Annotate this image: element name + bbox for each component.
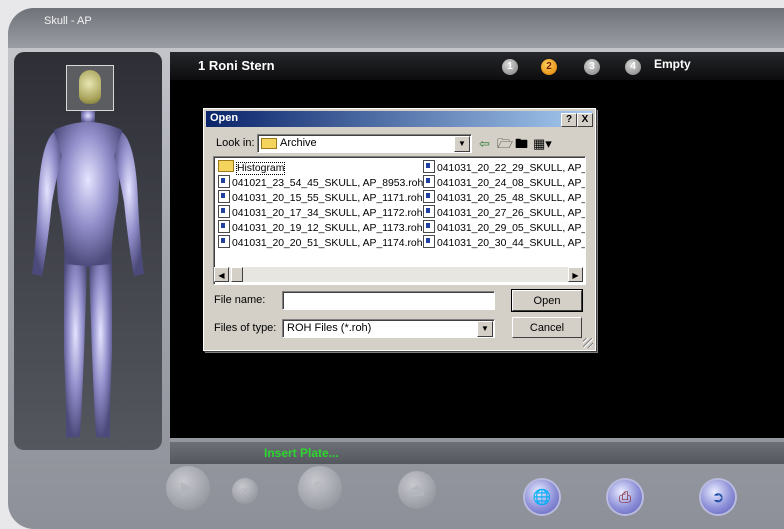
selected-region-thumbnail[interactable]: [66, 65, 114, 111]
erase-button[interactable]: ✎: [298, 466, 342, 510]
scroll-right-icon[interactable]: ▶: [568, 267, 583, 282]
look-in-label: Look in:: [216, 137, 255, 149]
status-bar: [170, 442, 784, 464]
views-menu-icon[interactable]: ▦▾: [533, 137, 552, 151]
files-of-type-label: Files of type:: [214, 322, 277, 334]
file-icon: [423, 205, 435, 218]
open-file-dialog: Open ? X Look in: Archive ▼ ⇦ 🗁 🖿 ▦▾ His…: [203, 108, 596, 351]
print-button[interactable]: ⎙: [608, 480, 642, 514]
list-item-file[interactable]: 041021_23_54_45_SKULL, AP_8953.roh: [218, 175, 423, 189]
scroll-thumb[interactable]: [231, 267, 243, 282]
files-of-type-value: ROH Files (*.roh): [287, 322, 372, 334]
new-folder-icon[interactable]: 🖿: [515, 137, 528, 151]
file-icon: [423, 190, 435, 203]
open-button[interactable]: Open: [511, 289, 583, 312]
list-item-file[interactable]: 041031_20_27_26_SKULL, AP_11: [423, 205, 585, 219]
plate-slot-4[interactable]: 4: [625, 59, 641, 75]
list-item-file[interactable]: 041031_20_30_44_SKULL, AP_11: [423, 235, 585, 249]
plate-slot-2[interactable]: 2: [541, 59, 557, 75]
help-button[interactable]: ?: [561, 113, 577, 127]
list-item-file[interactable]: 041031_20_17_34_SKULL, AP_1172.roh: [218, 205, 422, 219]
folder-icon: [261, 138, 277, 149]
list-item-file[interactable]: 041031_20_19_12_SKULL, AP_1173.roh: [218, 220, 422, 234]
up-folder-icon[interactable]: 🗁: [497, 137, 513, 151]
chevron-down-icon[interactable]: ▼: [454, 136, 470, 152]
look-in-value: Archive: [280, 137, 317, 149]
chevron-down-icon[interactable]: ▼: [477, 321, 493, 337]
app-title: Skull - AP: [44, 15, 92, 27]
file-icon: [218, 235, 230, 248]
resize-grip[interactable]: [583, 338, 593, 348]
file-name-input[interactable]: [282, 291, 495, 310]
dialog-title: Open: [210, 112, 239, 124]
send-button[interactable]: 🌐: [525, 480, 559, 514]
file-icon: [218, 205, 230, 218]
x-icon: ✕: [239, 484, 251, 498]
files-of-type-dropdown[interactable]: ROH Files (*.roh) ▼: [282, 319, 495, 338]
eject-icon: ⏏: [408, 479, 426, 500]
plate-slot-3[interactable]: 3: [584, 59, 600, 75]
cancel-acquisition-button[interactable]: ✕: [232, 478, 258, 504]
file-list[interactable]: Histogram 041021_23_54_45_SKULL, AP_8953…: [213, 156, 586, 285]
app-title-bar: [8, 8, 784, 48]
eject-button[interactable]: ⏏: [398, 471, 436, 509]
back-arrow-icon[interactable]: ⇦: [479, 137, 490, 151]
list-item-folder[interactable]: Histogram: [218, 160, 286, 175]
close-button[interactable]: X: [577, 113, 593, 127]
file-icon: [218, 190, 230, 203]
list-item-file[interactable]: 041031_20_29_05_SKULL, AP_11: [423, 220, 585, 234]
printer-icon: ⎙: [618, 488, 631, 506]
file-icon: [423, 160, 435, 173]
body-region-panel: [14, 52, 162, 450]
scroll-left-icon[interactable]: ◀: [214, 267, 229, 282]
list-item-file[interactable]: 041031_20_25_48_SKULL, AP_11: [423, 190, 585, 204]
list-item-file[interactable]: 041031_20_24_08_SKULL, AP_11: [423, 175, 585, 189]
cancel-button[interactable]: Cancel: [512, 317, 582, 338]
list-item-file[interactable]: 041031_20_15_55_SKULL, AP_1171.roh: [218, 190, 422, 204]
list-item-file[interactable]: 041031_20_20_51_SKULL, AP_1174.roh: [218, 235, 422, 249]
file-icon: [218, 220, 230, 233]
eraser-icon: ✎: [312, 477, 328, 498]
file-icon: [423, 235, 435, 248]
look-in-dropdown[interactable]: Archive ▼: [257, 134, 472, 153]
globe-export-icon: 🌐: [532, 489, 552, 506]
plate-slot-1[interactable]: 1: [502, 59, 518, 75]
file-icon: [423, 175, 435, 188]
horizontal-scrollbar[interactable]: ◀ ▶: [214, 267, 583, 282]
file-name-label: File name:: [214, 294, 266, 306]
play-icon: ▶: [181, 477, 195, 498]
dialog-title-bar: Open ? X: [206, 111, 593, 127]
patient-name: 1 Roni Stern: [198, 58, 275, 73]
skull-icon: [79, 70, 101, 104]
play-button[interactable]: ▶: [166, 466, 210, 510]
plate-status: Empty: [654, 57, 691, 71]
exit-door-icon: ➲: [711, 489, 725, 506]
folder-icon: [218, 160, 234, 172]
human-body-figure[interactable]: [14, 52, 162, 450]
exit-button[interactable]: ➲: [701, 480, 735, 514]
file-icon: [218, 175, 230, 188]
list-item-file[interactable]: 041031_20_22_29_SKULL, AP_11: [423, 160, 585, 174]
file-icon: [423, 220, 435, 233]
status-message: Insert Plate...: [264, 446, 339, 460]
